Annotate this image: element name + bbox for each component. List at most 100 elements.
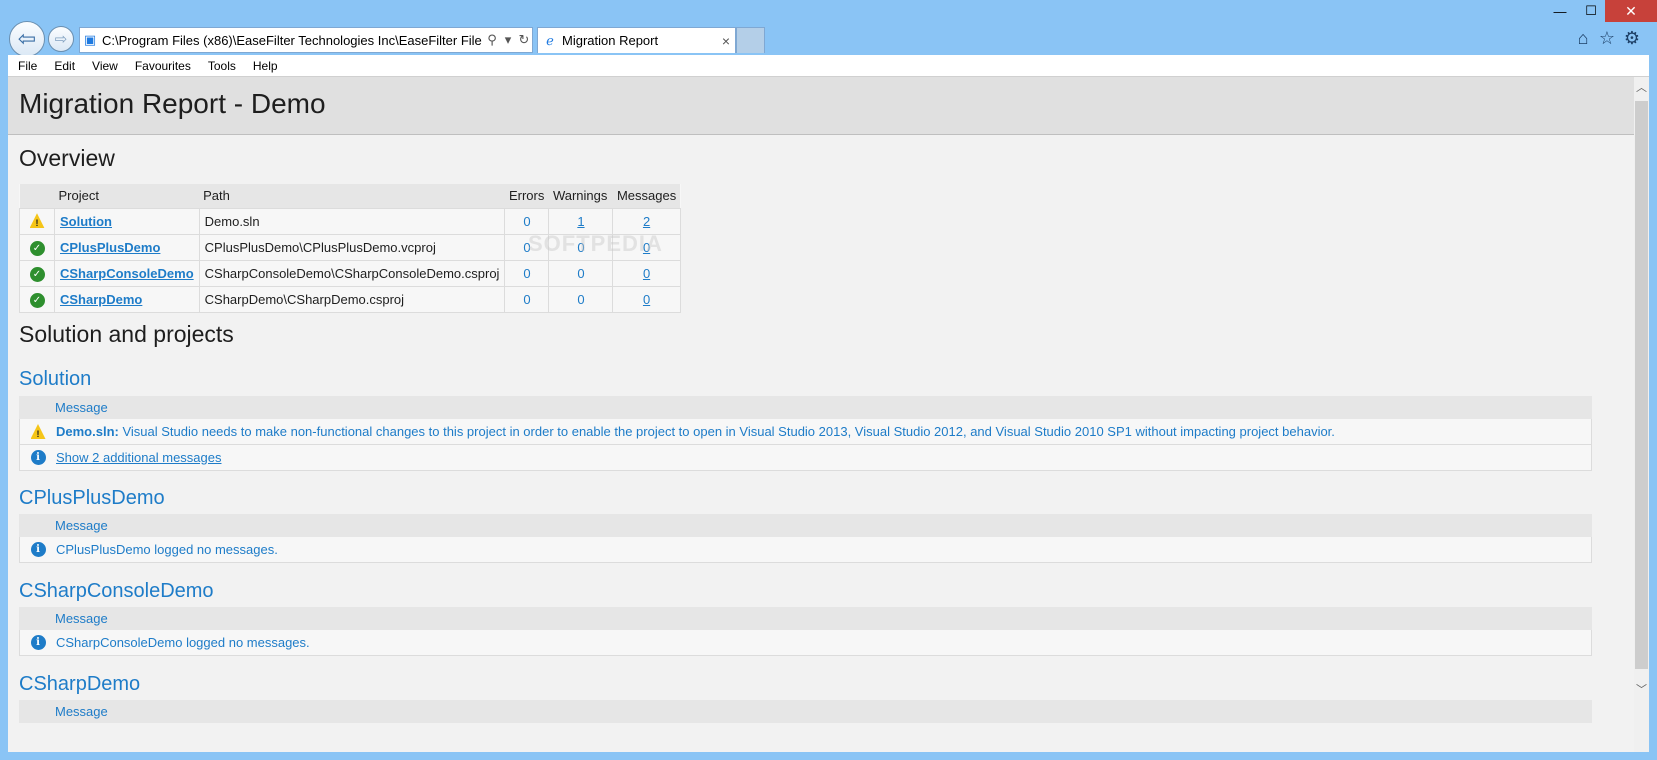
solution-message-table: Message ! Demo.sln: Visual Studio needs … [19,396,1592,471]
forward-arrow-icon: ⇨ [54,31,68,48]
table-row: ✓ CSharpDemo CSharpDemo\CSharpDemo.cspro… [19,285,681,313]
minimize-button[interactable]: — [1547,0,1573,22]
message-col-header: Message [19,607,1592,630]
page-header: Migration Report - Demo [8,77,1634,135]
warning-file: Demo.sln: [56,424,119,439]
no-messages-text: CSharpConsoleDemo logged no messages. [56,635,310,650]
warning-icon: ! [29,213,45,229]
menu-tools[interactable]: Tools [198,59,243,73]
messages-cell: 0 [612,285,681,313]
info-icon: i [30,542,46,557]
back-button[interactable]: ⇦ [9,21,45,57]
messages-link[interactable]: 0 [643,292,650,307]
ie-tab-icon: ℯ [546,32,554,48]
errors-col-header: Errors [504,184,549,208]
menu-bar: File Edit View Favourites Tools Help [8,55,1649,77]
status-cell: ! [19,207,55,235]
menu-file[interactable]: File [8,59,44,73]
check-icon: ✓ [29,266,45,282]
messages-cell: 0 [612,259,681,287]
scrollbar-thumb[interactable] [1635,101,1648,669]
project-cell: CPlusPlusDemo [54,233,200,261]
tab-label: Migration Report [562,33,659,48]
page-viewport: Migration Report - Demo Overview Project… [8,77,1649,752]
messages-link[interactable]: 0 [643,266,650,281]
project-col-header: Project [54,184,200,208]
info-icon: i [30,635,46,650]
message-col-header: Message [19,514,1592,537]
list-item: i Show 2 additional messages [19,445,1592,471]
warning-text: Visual Studio needs to make non-function… [118,424,1335,439]
project-cell: CSharpConsoleDemo [54,259,200,287]
status-cell: ✓ [19,285,55,313]
project-link-csharpconsoledemo[interactable]: CSharpConsoleDemo [60,266,194,281]
search-icon[interactable]: ⚲ [484,32,500,48]
project-link-solution[interactable]: Solution [60,214,112,229]
refresh-icon[interactable]: ↻ [516,32,532,48]
errors-cell: 0 [504,259,550,287]
menu-view[interactable]: View [82,59,125,73]
vertical-scrollbar[interactable]: ︿ ﹀ [1634,77,1649,752]
home-icon[interactable]: ⌂ [1572,27,1594,49]
scroll-down-arrow-icon[interactable]: ﹀ [1634,681,1649,698]
cplusplusdemo-message-table: Message i CPlusPlusDemo logged no messag… [19,514,1592,563]
project-cell: CSharpDemo [54,285,200,313]
no-messages-text: CPlusPlusDemo logged no messages. [56,542,278,557]
project-link-csharpdemo[interactable]: CSharpDemo [60,292,142,307]
check-icon: ✓ [29,240,45,256]
page-title: Migration Report - Demo [19,88,326,119]
softpedia-watermark: SOFTPEDIA [528,231,663,256]
close-window-button[interactable]: ✕ [1605,0,1657,22]
warnings-col-header: Warnings [548,184,613,208]
report-content: Overview Project Path Errors Warnings Me… [8,135,1634,752]
list-item: i CPlusPlusDemo logged no messages. [19,537,1592,563]
warnings-link[interactable]: 1 [577,214,584,229]
menu-favourites[interactable]: Favourites [125,59,198,73]
scroll-up-arrow-icon[interactable]: ︿ [1634,79,1649,96]
messages-link[interactable]: 2 [643,214,650,229]
warning-icon: ! [30,424,46,439]
overview-heading: Overview [19,145,115,171]
status-cell: ✓ [19,233,55,261]
path-cell: Demo.sln [198,207,506,235]
back-arrow-icon: ⇦ [17,26,37,51]
path-cell: CPlusPlusDemo\CPlusPlusDemo.vcproj [198,233,506,261]
title-bar: ⇦ ⇨ ▣ C:\Program Files (x86)\EaseFilter … [0,0,1657,57]
csharpconsoledemo-section-title: CSharpConsoleDemo [19,580,214,602]
new-tab-button[interactable] [736,27,765,53]
menu-edit[interactable]: Edit [44,59,82,73]
path-cell: CSharpConsoleDemo\CSharpConsoleDemo.cspr… [198,259,506,287]
messages-col-header: Messages [612,184,681,208]
message-col-header: Message [19,700,1592,723]
csharpdemo-message-table: Message [19,700,1592,723]
gear-icon[interactable]: ⚙ [1621,27,1643,49]
check-icon: ✓ [29,292,45,308]
table-row: ✓ CSharpConsoleDemo CSharpConsoleDemo\CS… [19,259,681,287]
address-url[interactable]: C:\Program Files (x86)\EaseFilter Techno… [100,33,484,48]
favorites-star-icon[interactable]: ☆ [1596,27,1618,49]
warning-message: Demo.sln: Visual Studio needs to make no… [56,424,1335,439]
solution-section-title: Solution [19,368,92,390]
address-bar[interactable]: ▣ C:\Program Files (x86)\EaseFilter Tech… [79,27,533,53]
tab-migration-report[interactable]: ℯ Migration Report × [537,27,736,53]
list-item: ! Demo.sln: Visual Studio needs to make … [19,419,1592,445]
status-cell: ✓ [19,259,55,287]
path-cell: CSharpDemo\CSharpDemo.csproj [198,285,506,313]
project-link-cplusplusdemo[interactable]: CPlusPlusDemo [60,240,160,255]
forward-button[interactable]: ⇨ [48,26,74,52]
errors-cell: 0 [504,285,550,313]
info-icon: i [30,450,46,465]
page-favicon-icon: ▣ [83,32,97,47]
csharpconsoledemo-message-table: Message i CSharpConsoleDemo logged no me… [19,607,1592,656]
status-col-header [19,184,55,208]
overview-header-row: Project Path Errors Warnings Messages [19,184,681,208]
close-tab-icon[interactable]: × [717,33,735,49]
menu-help[interactable]: Help [243,59,285,73]
dropdown-arrow-icon[interactable]: ▾ [500,32,516,48]
show-additional-messages-link[interactable]: Show 2 additional messages [56,450,222,465]
maximize-button[interactable]: ☐ [1577,0,1605,22]
cplusplusdemo-section-title: CPlusPlusDemo [19,487,165,509]
solution-projects-heading: Solution and projects [19,321,234,347]
path-col-header: Path [199,184,505,208]
message-col-header: Message [19,396,1592,419]
